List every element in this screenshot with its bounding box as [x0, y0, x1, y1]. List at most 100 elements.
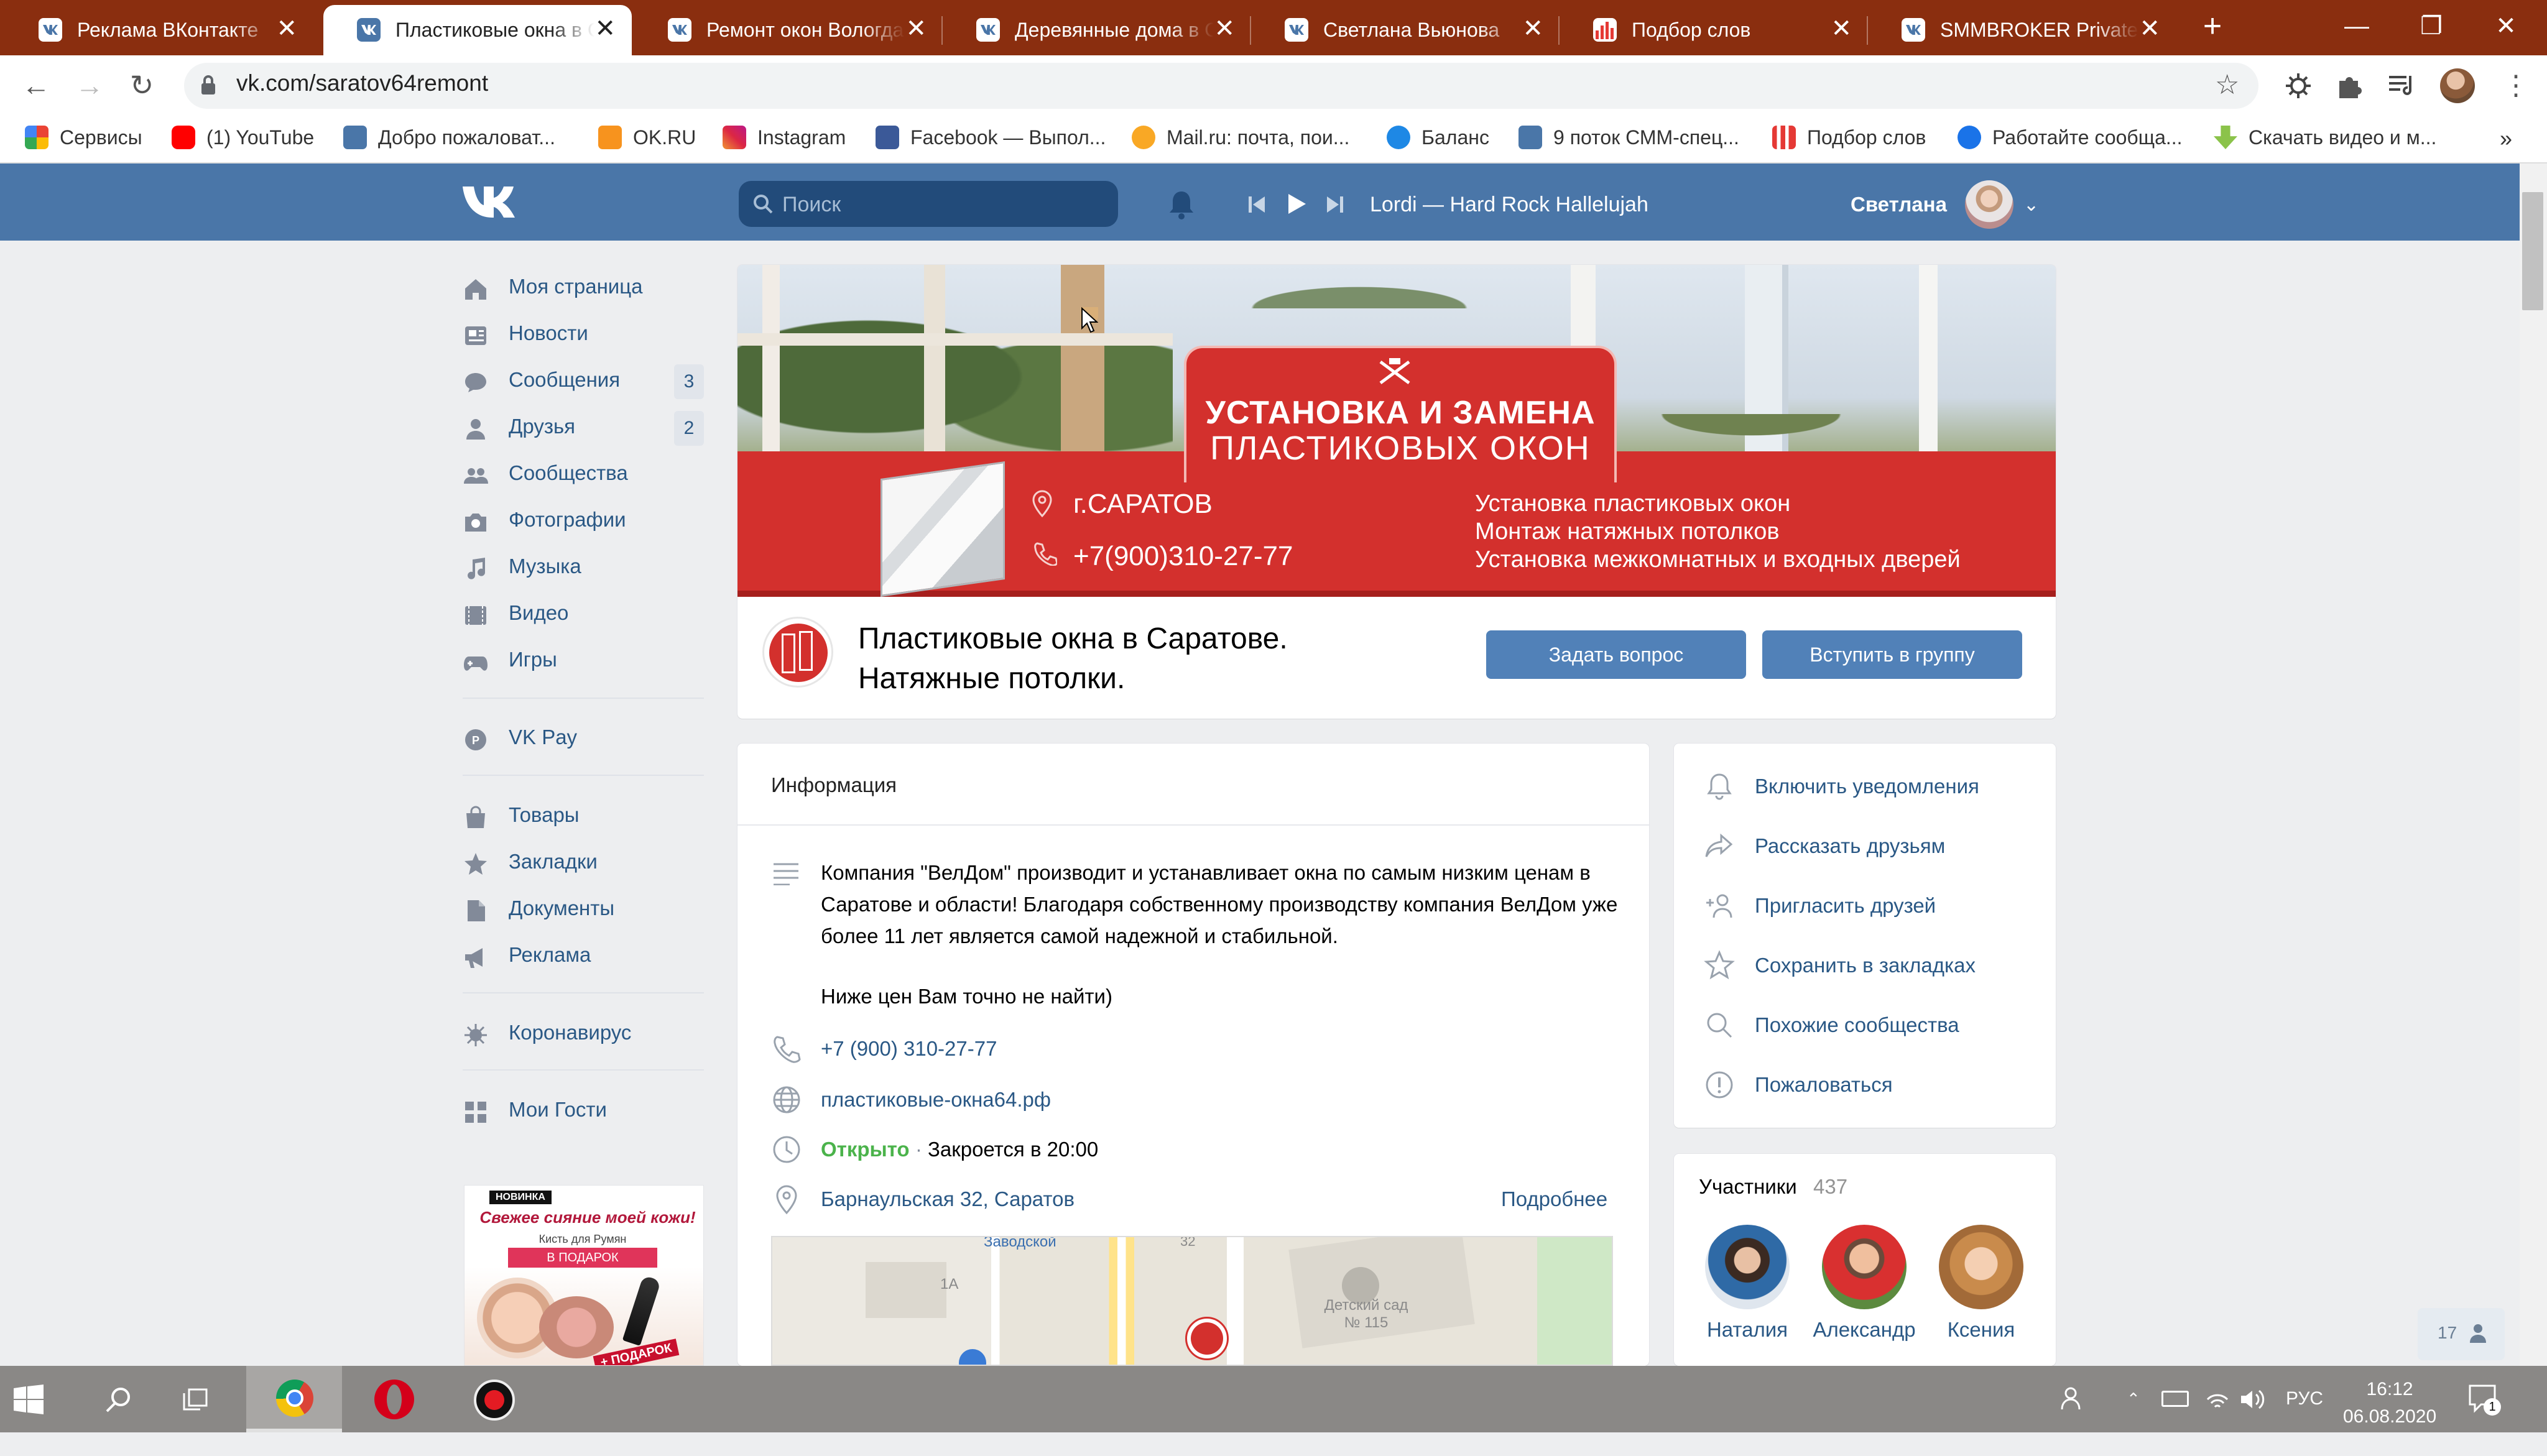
- puzzle-icon[interactable]: [2333, 70, 2365, 102]
- window-close-button[interactable]: ✕: [2469, 0, 2543, 55]
- browser-tab[interactable]: Ремонт окон Вологда ✕: [634, 5, 943, 55]
- now-playing-track[interactable]: Lordi — Hard Rock Hallelujah: [1370, 193, 1648, 217]
- chrome-taskbar-button[interactable]: [246, 1366, 342, 1432]
- more-details-link[interactable]: Подробнее: [1501, 1187, 1607, 1211]
- previous-track-icon[interactable]: [1247, 194, 1266, 215]
- recorder-taskbar-button[interactable]: [464, 1366, 526, 1432]
- people-icon[interactable]: [2058, 1385, 2086, 1412]
- play-icon[interactable]: [1286, 191, 1308, 216]
- bookmark-item[interactable]: (1) YouTube: [172, 126, 314, 149]
- close-tab-icon[interactable]: ✕: [594, 16, 616, 41]
- scrollbar-thumb[interactable]: [2522, 192, 2543, 310]
- reload-icon[interactable]: ↻: [123, 67, 160, 104]
- sidebar-item-news[interactable]: Новости: [463, 314, 711, 352]
- close-tab-icon[interactable]: ✕: [2139, 16, 2160, 41]
- url-text[interactable]: vk.com/saratov64remont: [236, 70, 488, 96]
- group-avatar[interactable]: [762, 617, 833, 688]
- member-name[interactable]: Александр: [1802, 1318, 1926, 1342]
- sidebar-item-coronavirus[interactable]: Коронавирус: [463, 1013, 711, 1052]
- member-avatar[interactable]: [1822, 1225, 1907, 1309]
- wifi-icon[interactable]: [2205, 1387, 2230, 1412]
- opera-taskbar-button[interactable]: [364, 1366, 425, 1432]
- sidebar-item-documents[interactable]: Документы: [463, 889, 711, 928]
- website-link[interactable]: пластиковые-окна64.рф: [821, 1088, 1051, 1112]
- vk-logo-icon[interactable]: [461, 184, 519, 220]
- sidebar-item-music[interactable]: Музыка: [463, 547, 711, 586]
- sidebar-item-friends[interactable]: Друзья 2: [463, 407, 711, 446]
- language-indicator[interactable]: РУС: [2286, 1388, 2323, 1455]
- search-input[interactable]: Поиск: [739, 181, 1118, 227]
- bookmark-item[interactable]: Скачать видео и м...: [2214, 126, 2436, 149]
- browser-tab[interactable]: Светлана Вьюнова ✕: [1251, 5, 1560, 55]
- sidebar-item-goods[interactable]: Товары: [463, 796, 711, 834]
- phone-link[interactable]: +7 (900) 310-27-77: [821, 1037, 997, 1061]
- bookmark-item[interactable]: Instagram: [723, 126, 846, 149]
- user-name[interactable]: Светлана: [1851, 193, 1947, 216]
- location-map[interactable]: Заводской 1А 32 Детский сад № 115: [771, 1236, 1613, 1366]
- close-tab-icon[interactable]: ✕: [276, 16, 297, 41]
- map-marker[interactable]: [1185, 1317, 1229, 1360]
- sidebar-item-vkpay[interactable]: P VK Pay: [463, 718, 711, 757]
- browser-tab[interactable]: Деревянные дома в Саратове ✕: [943, 5, 1251, 55]
- sidebar-item-video[interactable]: Видео: [463, 594, 711, 632]
- close-tab-icon[interactable]: ✕: [905, 16, 927, 41]
- bookmark-item[interactable]: Работайте сообща...: [1958, 126, 2183, 149]
- forward-icon[interactable]: →: [71, 67, 108, 104]
- battery-icon[interactable]: [2161, 1391, 2189, 1407]
- next-track-icon[interactable]: [1326, 194, 1344, 215]
- profile-avatar[interactable]: [2440, 68, 2475, 103]
- tray-overflow-icon[interactable]: ⌃: [2127, 1389, 2140, 1456]
- restore-button[interactable]: ❐: [2394, 0, 2469, 55]
- address-link[interactable]: Барнаульская 32, Саратов: [821, 1187, 1075, 1211]
- page-scrollbar[interactable]: [2520, 164, 2547, 1366]
- ask-question-button[interactable]: Задать вопрос: [1486, 630, 1746, 679]
- more-menu-icon[interactable]: ⋮: [2502, 70, 2530, 101]
- volume-icon[interactable]: [2239, 1387, 2266, 1412]
- notifications-bell-icon[interactable]: [1167, 189, 1196, 220]
- bookmark-item[interactable]: Добро пожаловат...: [343, 126, 555, 149]
- extension-icon[interactable]: [2282, 70, 2314, 102]
- sidebar-item-games[interactable]: Игры: [463, 640, 711, 679]
- join-group-button[interactable]: Вступить в группу: [1762, 630, 2022, 679]
- bookmark-item[interactable]: 9 поток СММ-спец...: [1518, 126, 1739, 149]
- bookmark-item[interactable]: OK.RU: [598, 126, 696, 149]
- sidebar-item-ads[interactable]: Реклама: [463, 936, 711, 974]
- sidebar-item-messages[interactable]: Сообщения 3: [463, 361, 711, 399]
- member-avatar[interactable]: [1705, 1225, 1790, 1309]
- task-view-icon[interactable]: [182, 1385, 213, 1416]
- close-tab-icon[interactable]: ✕: [1522, 16, 1543, 41]
- media-control-icon[interactable]: [2385, 70, 2418, 102]
- bookmark-item[interactable]: Баланс: [1387, 126, 1489, 149]
- close-tab-icon[interactable]: ✕: [1214, 16, 1235, 41]
- member-name[interactable]: Наталия: [1691, 1318, 1803, 1342]
- user-avatar[interactable]: [1965, 180, 2013, 229]
- sidebar-item-communities[interactable]: Сообщества: [463, 454, 711, 492]
- bookmark-item[interactable]: Mail.ru: почта, пои...: [1132, 126, 1349, 149]
- bookmark-item[interactable]: Facebook — Выпол...: [876, 126, 1106, 149]
- online-friends-widget[interactable]: 17: [2418, 1308, 2505, 1360]
- more-bookmarks-icon[interactable]: »: [2500, 126, 2512, 152]
- windows-start-icon[interactable]: [14, 1385, 44, 1414]
- members-heading[interactable]: Участники: [1699, 1175, 1797, 1199]
- close-tab-icon[interactable]: ✕: [1831, 16, 1852, 41]
- minimize-button[interactable]: —: [2319, 0, 2394, 55]
- sidebar-item-bookmarks[interactable]: Закладки: [463, 842, 711, 881]
- address-bar[interactable]: [184, 63, 2258, 109]
- sidebar-item-my-guests[interactable]: Мои Гости: [463, 1090, 711, 1129]
- action-center-icon[interactable]: 1: [2466, 1382, 2501, 1416]
- member-name[interactable]: Ксения: [1925, 1318, 2037, 1342]
- back-icon[interactable]: ←: [17, 67, 55, 104]
- new-tab-button[interactable]: +: [2195, 10, 2230, 45]
- browser-tab[interactable]: SMMBROKER Private Club ✕: [1868, 5, 2176, 55]
- browser-tab-active[interactable]: Пластиковые окна в Саратове ✕: [323, 5, 632, 55]
- browser-tab[interactable]: Реклама ВКонтакте ✕: [5, 5, 313, 55]
- bookmark-item[interactable]: Подбор слов: [1772, 126, 1926, 149]
- search-icon[interactable]: [103, 1385, 134, 1416]
- bookmark-item[interactable]: Сервисы: [25, 126, 142, 149]
- sidebar-item-photos[interactable]: Фотографии: [463, 500, 711, 539]
- sidebar-ad[interactable]: НОВИНКА Свежее сияние моей кожи! Кисть д…: [464, 1185, 704, 1366]
- member-avatar[interactable]: [1939, 1225, 2023, 1309]
- browser-tab[interactable]: Подбор слов ✕: [1560, 5, 1868, 55]
- sidebar-item-my-page[interactable]: Моя страница: [463, 267, 711, 306]
- bookmark-star-icon[interactable]: ☆: [2215, 70, 2246, 101]
